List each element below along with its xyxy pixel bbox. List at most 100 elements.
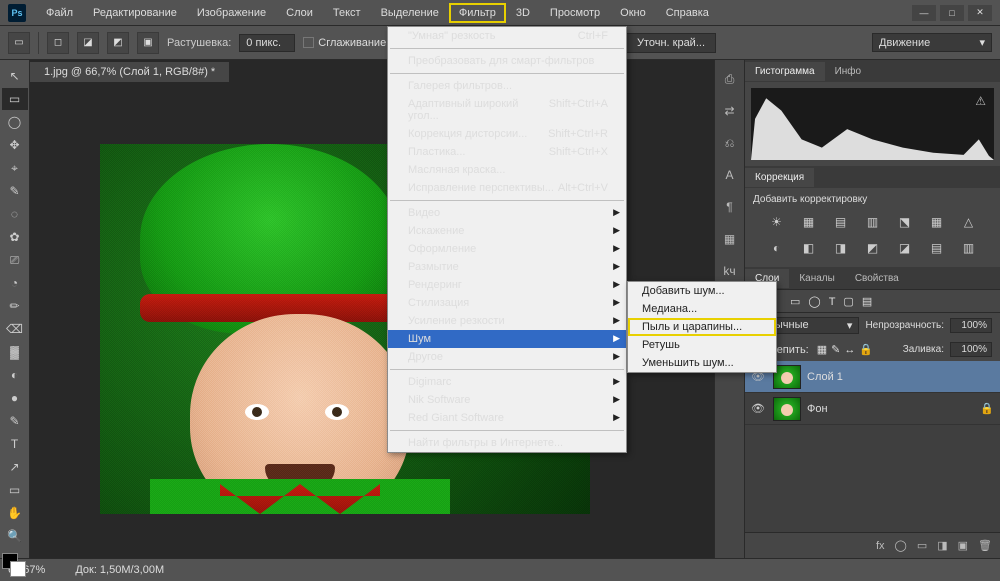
submenu-item-уменьшить-шум-[interactable]: Уменьшить шум... bbox=[628, 354, 776, 372]
adjustment-icon-4[interactable]: ⬔ bbox=[895, 213, 915, 231]
menu-item-преобразовать-для-смарт-фильтров[interactable]: Преобразовать для смарт-фильтров bbox=[388, 52, 626, 70]
tool-9[interactable]: ◔ bbox=[2, 272, 28, 294]
intersect-selection-icon[interactable]: ▣ bbox=[137, 32, 159, 54]
window-close-button[interactable]: ✕ bbox=[968, 5, 992, 21]
adjustment-icon-13[interactable]: ▥ bbox=[959, 239, 979, 257]
strip-icon-3[interactable]: A bbox=[719, 164, 741, 186]
adjustment-icon-11[interactable]: ◪ bbox=[895, 239, 915, 257]
tool-13[interactable]: ◐ bbox=[2, 364, 28, 386]
lock-icon-2[interactable]: ↔ bbox=[844, 344, 855, 356]
layer-filter-icon-2[interactable]: T bbox=[829, 296, 836, 308]
menu-фильтр[interactable]: Фильтр bbox=[449, 3, 506, 23]
menu-item-рендеринг[interactable]: Рендеринг▶ bbox=[388, 276, 626, 294]
tool-3[interactable]: ✥ bbox=[2, 134, 28, 156]
feather-input[interactable]: 0 пикс. bbox=[239, 34, 295, 52]
warning-icon[interactable]: ⚠ bbox=[975, 94, 986, 108]
lock-icon-0[interactable]: ▦ bbox=[817, 344, 827, 356]
fill-input[interactable]: 100% bbox=[950, 342, 992, 357]
tool-1[interactable]: ▭ bbox=[2, 88, 28, 110]
menu-3d[interactable]: 3D bbox=[506, 3, 540, 23]
menu-item-nik-software[interactable]: Nik Software▶ bbox=[388, 391, 626, 409]
strip-icon-4[interactable]: ¶ bbox=[719, 196, 741, 218]
layer-action-5[interactable]: 🗑 bbox=[978, 539, 992, 552]
window-maximize-button[interactable]: □ bbox=[940, 5, 964, 21]
menu-item-размытие[interactable]: Размытие▶ bbox=[388, 258, 626, 276]
menu-окно[interactable]: Окно bbox=[610, 3, 656, 23]
adjustment-icon-0[interactable]: ☀ bbox=[767, 213, 787, 231]
layer-filter-icon-3[interactable]: ▢ bbox=[843, 296, 853, 308]
color-swatches[interactable] bbox=[0, 553, 28, 581]
menu-item-коррекция-дисторсии-[interactable]: Коррекция дисторсии...Shift+Ctrl+R bbox=[388, 125, 626, 143]
strip-icon-5[interactable]: ▦ bbox=[719, 228, 741, 250]
submenu-item-медиана-[interactable]: Медиана... bbox=[628, 300, 776, 318]
antialias-checkbox[interactable]: Сглаживание bbox=[303, 37, 386, 49]
adjustment-icon-3[interactable]: ▥ bbox=[863, 213, 883, 231]
opacity-input[interactable]: 100% bbox=[950, 318, 992, 333]
menu-item-исправление-перспективы-[interactable]: Исправление перспективы...Alt+Ctrl+V bbox=[388, 179, 626, 197]
adjustment-icon-10[interactable]: ◩ bbox=[863, 239, 883, 257]
layer-filter-icon-1[interactable]: ◯ bbox=[808, 296, 820, 308]
menu-справка[interactable]: Справка bbox=[656, 3, 719, 23]
adjustment-icon-2[interactable]: ▤ bbox=[831, 213, 851, 231]
tool-12[interactable]: ▓ bbox=[2, 341, 28, 363]
menu-item-масляная-краска-[interactable]: Масляная краска... bbox=[388, 161, 626, 179]
new-selection-icon[interactable]: ◻ bbox=[47, 32, 69, 54]
tool-18[interactable]: ▭ bbox=[2, 479, 28, 501]
layer-filter-icon-4[interactable]: ▤ bbox=[862, 296, 872, 308]
tool-10[interactable]: ✏ bbox=[2, 295, 28, 317]
tab-histogram[interactable]: Гистограмма bbox=[745, 62, 825, 81]
tab-properties[interactable]: Свойства bbox=[845, 269, 909, 288]
lock-icon-1[interactable]: ✎ bbox=[831, 344, 840, 356]
menu-текст[interactable]: Текст bbox=[323, 3, 371, 23]
tool-preset-icon[interactable]: ▭ bbox=[8, 32, 30, 54]
document-tab[interactable]: 1.jpg @ 66,7% (Слой 1, RGB/8#) * bbox=[30, 62, 229, 82]
strip-icon-0[interactable]: ⎙ bbox=[719, 68, 741, 90]
adjustment-icon-5[interactable]: ▦ bbox=[927, 213, 947, 231]
layer-action-4[interactable]: ▣ bbox=[958, 539, 968, 552]
menu-item-галерея-фильтров-[interactable]: Галерея фильтров... bbox=[388, 77, 626, 95]
menu-слои[interactable]: Слои bbox=[276, 3, 323, 23]
workspace-select[interactable]: Движение▾ bbox=[872, 33, 992, 52]
tool-20[interactable]: 🔍 bbox=[2, 525, 28, 547]
menu-item-другое[interactable]: Другое▶ bbox=[388, 348, 626, 366]
menu-item-digimarc[interactable]: Digimarc▶ bbox=[388, 373, 626, 391]
submenu-item-пыль-и-царапины-[interactable]: Пыль и царапины... bbox=[628, 318, 776, 336]
tool-19[interactable]: ✋ bbox=[2, 502, 28, 524]
add-selection-icon[interactable]: ◪ bbox=[77, 32, 99, 54]
background-color[interactable] bbox=[10, 561, 26, 577]
layer-thumbnail[interactable] bbox=[773, 365, 801, 389]
adjustment-icon-7[interactable]: ◐ bbox=[767, 239, 787, 257]
menu-item-усиление-резкости[interactable]: Усиление резкости▶ bbox=[388, 312, 626, 330]
visibility-icon[interactable]: 👁 bbox=[751, 402, 767, 415]
strip-icon-6[interactable]: kч bbox=[719, 260, 741, 282]
adjustment-icon-1[interactable]: ▦ bbox=[799, 213, 819, 231]
layer-action-1[interactable]: ◯ bbox=[895, 539, 907, 552]
menu-item-оформление[interactable]: Оформление▶ bbox=[388, 240, 626, 258]
menu-item-шум[interactable]: Шум▶ bbox=[388, 330, 626, 348]
tab-info[interactable]: Инфо bbox=[825, 62, 872, 81]
layer-action-0[interactable]: fx bbox=[876, 540, 885, 552]
tool-6[interactable]: ◌ bbox=[2, 203, 28, 225]
lock-icon-3[interactable]: 🔒 bbox=[859, 344, 873, 356]
menu-просмотр[interactable]: Просмотр bbox=[540, 3, 610, 23]
tool-14[interactable]: ● bbox=[2, 387, 28, 409]
strip-icon-2[interactable]: ⎌ bbox=[719, 132, 741, 154]
layer-thumbnail[interactable] bbox=[773, 397, 801, 421]
menu-файл[interactable]: Файл bbox=[36, 3, 83, 23]
layer-action-2[interactable]: ▭ bbox=[917, 539, 927, 552]
tool-15[interactable]: ✎ bbox=[2, 410, 28, 432]
tool-2[interactable]: ◯ bbox=[2, 111, 28, 133]
menu-item--умная-резкость[interactable]: "Умная" резкостьCtrl+F bbox=[388, 27, 626, 45]
layer-row[interactable]: 👁 Слой 1 bbox=[745, 361, 1000, 393]
tab-adjustments[interactable]: Коррекция bbox=[745, 168, 814, 187]
tool-7[interactable]: ✿ bbox=[2, 226, 28, 248]
window-minimize-button[interactable]: — bbox=[912, 5, 936, 21]
menu-item-стилизация[interactable]: Стилизация▶ bbox=[388, 294, 626, 312]
tool-8[interactable]: ⎚ bbox=[2, 249, 28, 271]
tool-17[interactable]: ↗ bbox=[2, 456, 28, 478]
adjustment-icon-8[interactable]: ◧ bbox=[799, 239, 819, 257]
layer-filter-icon-0[interactable]: ▭ bbox=[790, 296, 800, 308]
menu-item-видео[interactable]: Видео▶ bbox=[388, 204, 626, 222]
adjustment-icon-9[interactable]: ◨ bbox=[831, 239, 851, 257]
menu-item-искажение[interactable]: Искажение▶ bbox=[388, 222, 626, 240]
